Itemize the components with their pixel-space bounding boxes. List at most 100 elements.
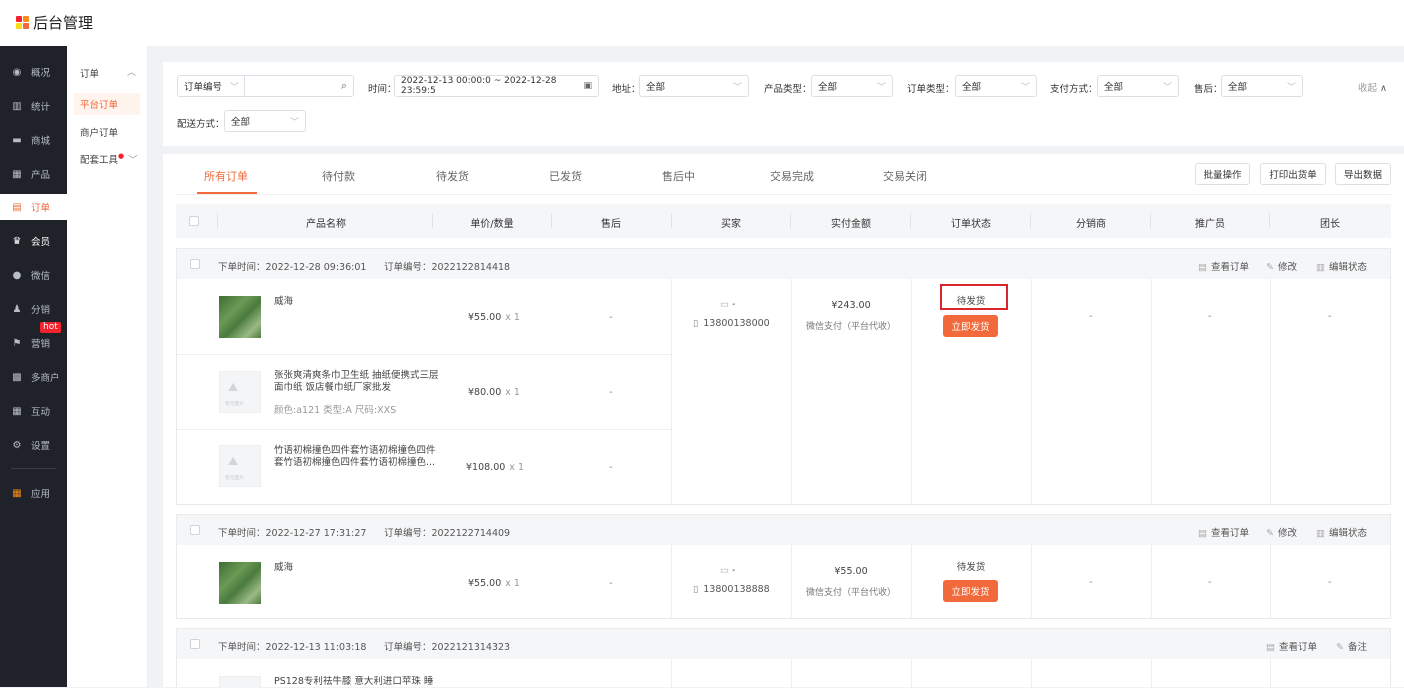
product-name[interactable]: 张张爽清爽条巾卫生纸 抽纸便携式三层面巾纸 饭店餐巾纸厂家批发 [274, 370, 439, 394]
col-divider [791, 279, 792, 504]
sidebar-item-interact[interactable]: ▦ 互动 [0, 398, 67, 424]
col-divider [1151, 279, 1152, 504]
ship-now-button[interactable]: 立即发货 [943, 315, 998, 337]
col-divider [1031, 545, 1032, 618]
table-header: 产品名称 单价/数量 售后 买家 实付金额 订单状态 分销商 推广员 团长 [176, 204, 1391, 238]
column-divider [217, 213, 218, 228]
order-no-input[interactable]: ⌕ [244, 75, 354, 97]
order-time: 下单时间：2022-12-28 09:36:01 [218, 262, 367, 273]
view-order-link[interactable]: ▤ 查看订单 [1266, 639, 1317, 653]
edit-icon: ✎ [1336, 642, 1344, 653]
product-thumbnail[interactable]: ⛰ 暂无图片 [219, 445, 261, 487]
search-icon[interactable]: ⌕ [341, 79, 347, 93]
product-thumbnail[interactable]: ⛰ 暂无图片 [219, 371, 261, 413]
order-card: 下单时间：2022-12-28 09:36:01 订单编号：2022122814… [176, 248, 1391, 505]
submenu-title[interactable]: 订单 [80, 66, 99, 80]
view-icon: ▤ [1266, 642, 1275, 653]
ship-now-button[interactable]: 立即发货 [943, 580, 998, 602]
export-button[interactable]: 导出数据 [1335, 163, 1391, 185]
col-price-qty: 单价/数量 [470, 219, 514, 230]
edit-status-link[interactable]: ▥ 编辑状态 [1316, 259, 1367, 273]
column-divider [551, 213, 552, 228]
leader-value: - [1328, 311, 1332, 322]
order-status: 待发货 [956, 562, 986, 573]
distributor-value: - [1089, 577, 1093, 588]
after-sale-value: - [609, 312, 613, 323]
distribution-icon: ♟ [12, 303, 22, 315]
pay-method-label: 支付方式： [1050, 84, 1098, 95]
store-icon: ▬ [12, 134, 22, 146]
paid-amount: ¥55.00 [834, 566, 868, 577]
order-checkbox[interactable] [190, 259, 200, 269]
sidebar-item-store[interactable]: ▬ 商城 [0, 127, 67, 153]
select-all-checkbox[interactable] [189, 216, 199, 226]
view-order-link[interactable]: ▤ 查看订单 [1198, 259, 1249, 273]
tab-to-ship[interactable]: 待发货 [436, 168, 469, 184]
time-label: 时间： [368, 84, 397, 95]
tab-unpaid[interactable]: 待付款 [322, 168, 355, 184]
column-divider [1030, 213, 1031, 228]
dashboard-icon: ◉ [12, 66, 22, 78]
product-name[interactable]: 威海 [274, 562, 293, 574]
print-button[interactable]: 打印出货单 [1260, 163, 1326, 185]
interact-icon: ▦ [12, 405, 22, 417]
sidebar-item-apps[interactable]: ▦ 应用 [0, 480, 67, 506]
order-type-select[interactable]: 全部 ﹀ [955, 75, 1037, 97]
order-no-select[interactable]: 订单编号 ﹀ [177, 75, 245, 97]
sidebar-item-product[interactable]: ▦ 产品 [0, 161, 67, 187]
edit-link[interactable]: ✎ 修改 [1266, 259, 1297, 273]
order-checkbox[interactable] [190, 639, 200, 649]
collapse-toggle[interactable]: 收起 ∧ [1358, 80, 1387, 94]
tab-shipped[interactable]: 已发货 [549, 168, 582, 184]
edit-icon: ✎ [1266, 262, 1274, 273]
tab-closed[interactable]: 交易关闭 [883, 168, 927, 184]
delivery-select[interactable]: 全部 ﹀ [224, 110, 306, 132]
product-name[interactable]: 威海 [274, 296, 293, 308]
product-price-qty: ¥55.00 x 1 [468, 578, 520, 589]
sidebar-item-wechat[interactable]: ● 微信 [0, 262, 67, 288]
sidebar-item-member[interactable]: ♛ 会员 [0, 228, 67, 254]
tab-divider [176, 194, 1391, 195]
order-checkbox[interactable] [190, 525, 200, 535]
after-sale-select[interactable]: 全部 ﹀ [1221, 75, 1303, 97]
sidebar-item-order[interactable]: ▤ 订单 [0, 194, 67, 220]
sidebar-item-settings[interactable]: ⚙ 设置 [0, 432, 67, 458]
sidebar-item-distribution[interactable]: ♟ 分销 [0, 296, 67, 322]
submenu-item-platform-order[interactable]: 平台订单 [74, 93, 140, 115]
product-type-select[interactable]: 全部 ﹀ [811, 75, 893, 97]
after-sale-value: - [609, 578, 613, 589]
product-thumbnail[interactable] [219, 296, 261, 338]
product-name[interactable]: 竹语初棉撞色四件套竹语初棉撞色四件套竹语初棉撞色四件套竹语初棉撞色... [274, 445, 439, 469]
col-divider [671, 659, 672, 688]
edit-status-link[interactable]: ▥ 编辑状态 [1316, 525, 1367, 539]
submenu-item-tools[interactable]: 配套工具● ﹀ [80, 152, 138, 166]
sidebar-item-stats[interactable]: ▥ 统计 [0, 93, 67, 119]
product-name[interactable]: PS128专利祛牛膝 意大利进口苹珠 睡 [274, 676, 439, 688]
sidebar-item-marketing[interactable]: ⚑ 营销 hot [0, 322, 67, 356]
remark-link[interactable]: ✎ 备注 [1336, 639, 1367, 653]
batch-action-button[interactable]: 批量操作 [1195, 163, 1250, 185]
sidebar-item-merchant[interactable]: ▩ 多商户 [0, 364, 67, 390]
delivery-label: 配送方式： [177, 119, 225, 130]
edit-link[interactable]: ✎ 修改 [1266, 525, 1297, 539]
col-divider [1270, 279, 1271, 504]
app-title: 后台管理 [33, 14, 94, 32]
product-thumbnail[interactable] [219, 676, 261, 688]
order-time: 下单时间：2022-12-13 11:03:18 [218, 642, 367, 653]
tab-after-sale[interactable]: 售后中 [662, 168, 695, 184]
pay-method-select[interactable]: 全部 ﹀ [1097, 75, 1179, 97]
product-price-qty: ¥80.00 x 1 [468, 387, 520, 398]
date-range-picker[interactable]: 2022-12-13 00:00:0 ~ 2022-12-28 23:59:5 ▣ [394, 75, 599, 97]
col-divider [671, 545, 672, 618]
view-order-link[interactable]: ▤ 查看订单 [1198, 525, 1249, 539]
sidebar-item-overview[interactable]: ◉ 概况 [0, 59, 67, 85]
submenu-item-merchant-order[interactable]: 商户订单 [80, 125, 118, 139]
col-product: 产品名称 [306, 219, 346, 230]
order-header: 下单时间：2022-12-28 09:36:01 订单编号：2022122814… [177, 249, 1390, 279]
address-select[interactable]: 全部 ﹀ [639, 75, 749, 97]
chevron-up-icon[interactable]: ︿ [127, 65, 136, 78]
tab-all[interactable]: 所有订单 [204, 168, 248, 184]
tab-completed[interactable]: 交易完成 [770, 168, 814, 184]
logo[interactable]: 后台管理 [16, 12, 93, 33]
product-thumbnail[interactable] [219, 562, 261, 604]
